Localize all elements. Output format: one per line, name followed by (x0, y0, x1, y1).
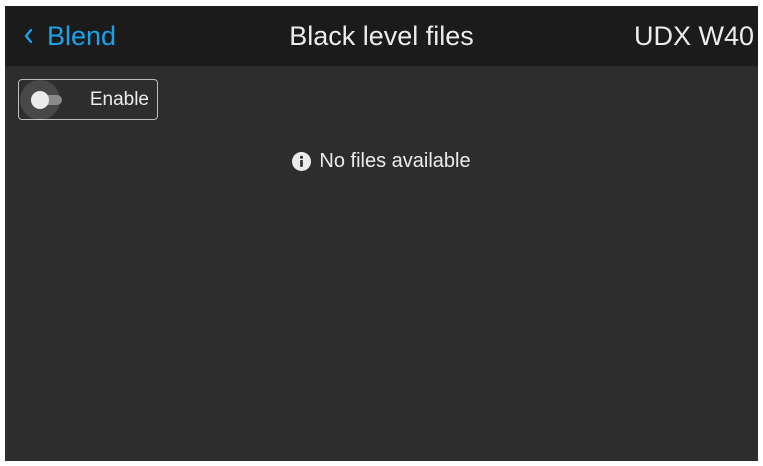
toggle-switch[interactable] (20, 80, 66, 120)
enable-toggle[interactable]: Enable (18, 79, 158, 120)
empty-state: No files available (5, 144, 758, 178)
toggle-label: Enable (89, 89, 149, 110)
device-name: UDX W40 (633, 21, 754, 51)
chevron-left-icon (23, 28, 47, 44)
empty-state-message: No files available (319, 149, 471, 172)
back-button[interactable]: Blend (23, 6, 116, 66)
screen: Blend Black level files UDX W40 Enable N… (5, 6, 758, 461)
header-bar: Blend Black level files UDX W40 (5, 6, 758, 66)
back-label: Blend (47, 21, 117, 51)
info-icon (292, 151, 319, 171)
toggle-thumb (31, 91, 49, 109)
